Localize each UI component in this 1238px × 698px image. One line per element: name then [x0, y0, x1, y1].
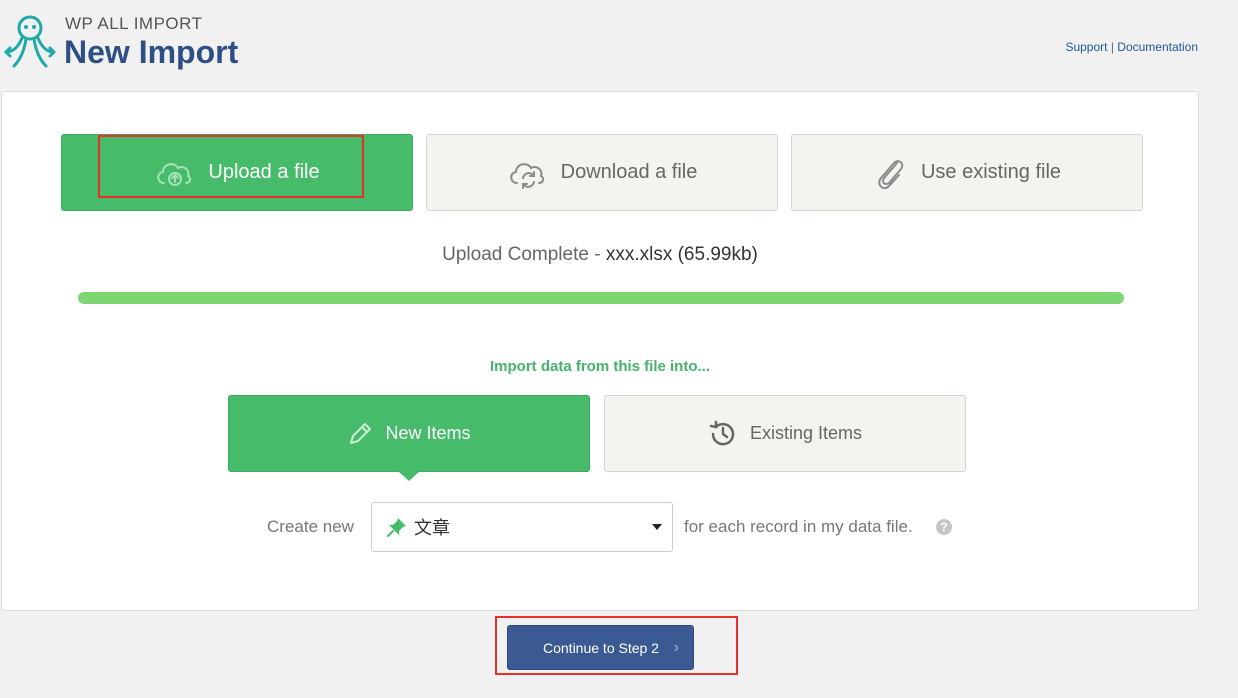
- history-icon: [709, 420, 735, 445]
- new-items-tab[interactable]: New Items: [228, 395, 590, 481]
- download-file-tab[interactable]: Download a file: [426, 134, 778, 211]
- create-new-label: Create new: [267, 517, 354, 536]
- post-type-select[interactable]: 文章: [371, 502, 673, 552]
- create-new-row: Create new 文章 for each record in my data…: [2, 502, 1198, 552]
- download-file-label: Download a file: [560, 161, 698, 183]
- upload-progress-bar: [78, 292, 1124, 304]
- chevron-down-icon: [652, 524, 662, 530]
- upload-status: Upload Complete - xxx.xlsx (65.99kb): [2, 244, 1198, 266]
- octopus-logo-icon: [4, 15, 56, 68]
- continue-highlight-box: [495, 616, 738, 675]
- paperclip-icon: [878, 159, 904, 189]
- pencil-icon: [350, 422, 372, 444]
- upload-status-separator: -: [588, 244, 606, 265]
- existing-items-label: Existing Items: [749, 423, 863, 443]
- new-items-label: New Items: [385, 423, 471, 443]
- uploaded-filename: xxx.xlsx (65.99kb): [605, 244, 758, 265]
- upload-highlight-box: [98, 135, 364, 198]
- cloud-sync-icon: [509, 162, 544, 189]
- documentation-link[interactable]: Documentation: [1117, 40, 1198, 54]
- post-type-selected: 文章: [414, 518, 450, 538]
- pushpin-icon: [387, 518, 406, 537]
- top-links: Support | Documentation: [1065, 40, 1198, 54]
- brand-name: WP ALL IMPORT: [65, 14, 203, 33]
- help-icon[interactable]: ?: [936, 519, 952, 535]
- upload-progress-fill: [78, 292, 1124, 304]
- import-into-prompt: Import data from this file into...: [489, 358, 710, 375]
- support-link[interactable]: Support: [1065, 40, 1107, 54]
- existing-items-tab[interactable]: Existing Items: [604, 395, 966, 472]
- use-existing-file-tab[interactable]: Use existing file: [791, 134, 1143, 211]
- use-existing-file-label: Use existing file: [920, 161, 1062, 183]
- create-new-suffix: for each record in my data file.: [684, 517, 913, 536]
- link-separator: |: [1110, 40, 1114, 54]
- page-title: New Import: [64, 34, 239, 70]
- upload-status-text: Upload Complete: [442, 244, 589, 265]
